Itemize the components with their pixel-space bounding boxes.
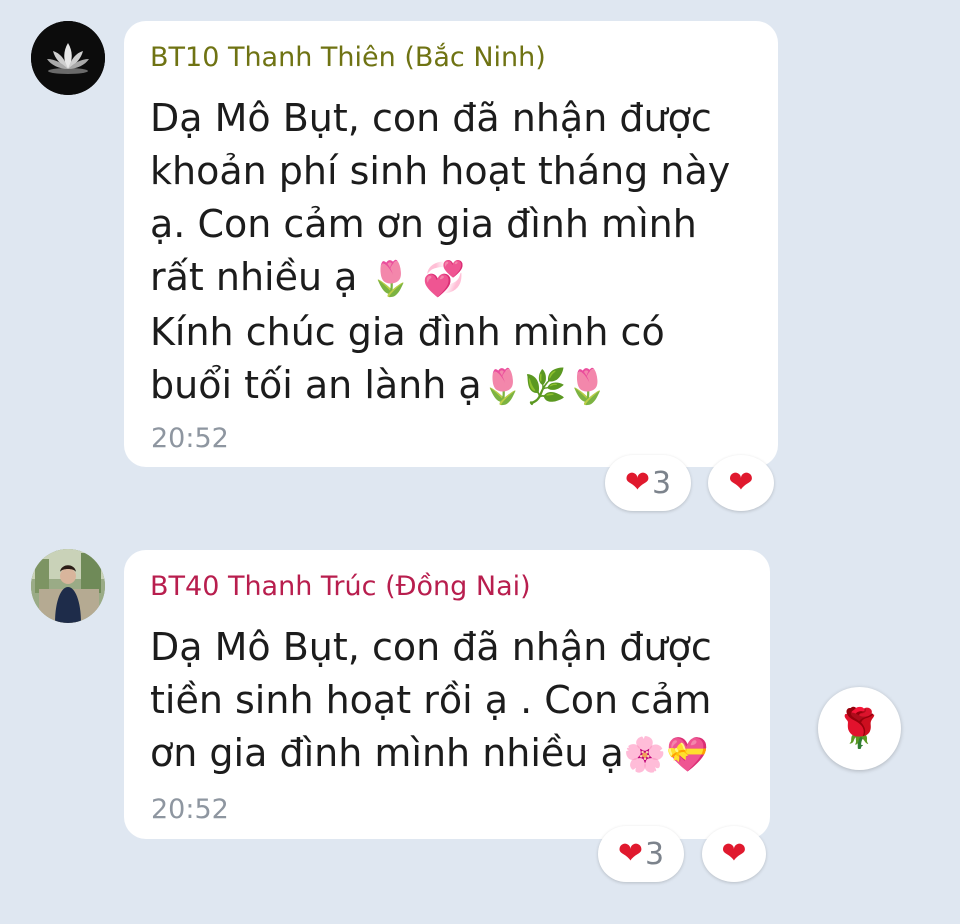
heart-icon: ❤	[728, 465, 754, 500]
person-photo-icon	[31, 549, 105, 623]
message-line-text: buổi tối an lành ạ	[150, 363, 482, 407]
message-line: rất nhiều ạ 🌷 💞	[150, 251, 752, 306]
reaction-count-chip[interactable]: ❤ 3	[598, 826, 684, 882]
sender-avatar[interactable]	[31, 549, 105, 623]
message-line: tiền sinh hoạt rồi ạ . Con cảm	[150, 678, 712, 722]
sender-avatar[interactable]	[31, 21, 105, 95]
reaction-count-chip[interactable]: ❤ 3	[605, 455, 691, 511]
message-line: Dạ Mô Bụt, con đã nhận được	[150, 96, 712, 140]
chat-view: BT10 Thanh Thiên (Bắc Ninh) Dạ Mô Bụt, c…	[0, 0, 960, 924]
message-line: buổi tối an lành ạ🌷🌿🌷	[150, 359, 752, 414]
sender-name[interactable]: BT10 Thanh Thiên (Bắc Ninh)	[150, 39, 752, 77]
message-line-text: rất nhiều ạ	[150, 255, 358, 299]
blossom-gift-heart-emoji: 🌸💝	[623, 735, 709, 775]
sender-name[interactable]: BT40 Thanh Trúc (Đồng Nai)	[150, 568, 744, 606]
message-time: 20:52	[151, 794, 229, 825]
quick-reaction-button[interactable]: 🌹	[818, 687, 901, 770]
heart-icon: ❤	[721, 836, 747, 871]
reaction-count: 3	[652, 465, 672, 501]
message-text: Dạ Mô Bụt, con đã nhận được tiền sinh ho…	[150, 621, 744, 782]
message-line: khoản phí sinh hoạt tháng này	[150, 149, 731, 193]
tulip-heart-emoji: 🌷 💞	[369, 259, 466, 299]
message-line: ơn gia đình mình nhiều ạ🌸💝	[150, 727, 744, 782]
heart-react-button[interactable]: ❤	[708, 455, 774, 511]
heart-icon: ❤	[617, 836, 644, 871]
message-line: ạ. Con cảm ơn gia đình mình	[150, 202, 697, 246]
lotus-icon	[31, 21, 105, 95]
message-bubble[interactable]: BT40 Thanh Trúc (Đồng Nai) Dạ Mô Bụt, co…	[124, 550, 770, 839]
heart-icon: ❤	[624, 465, 651, 500]
message-text: Dạ Mô Bụt, con đã nhận được khoản phí si…	[150, 92, 752, 414]
heart-react-button[interactable]: ❤	[702, 826, 766, 882]
message-line: Dạ Mô Bụt, con đã nhận được	[150, 625, 712, 669]
message-bubble[interactable]: BT10 Thanh Thiên (Bắc Ninh) Dạ Mô Bụt, c…	[124, 21, 778, 467]
message-line-text: ơn gia đình mình nhiều ạ	[150, 731, 624, 775]
message-time: 20:52	[151, 423, 229, 454]
message-line: Kính chúc gia đình mình có	[150, 310, 665, 354]
rose-icon: 🌹	[835, 706, 884, 750]
tulip-herb-emoji: 🌷🌿🌷	[481, 367, 609, 407]
reaction-count: 3	[645, 836, 665, 872]
